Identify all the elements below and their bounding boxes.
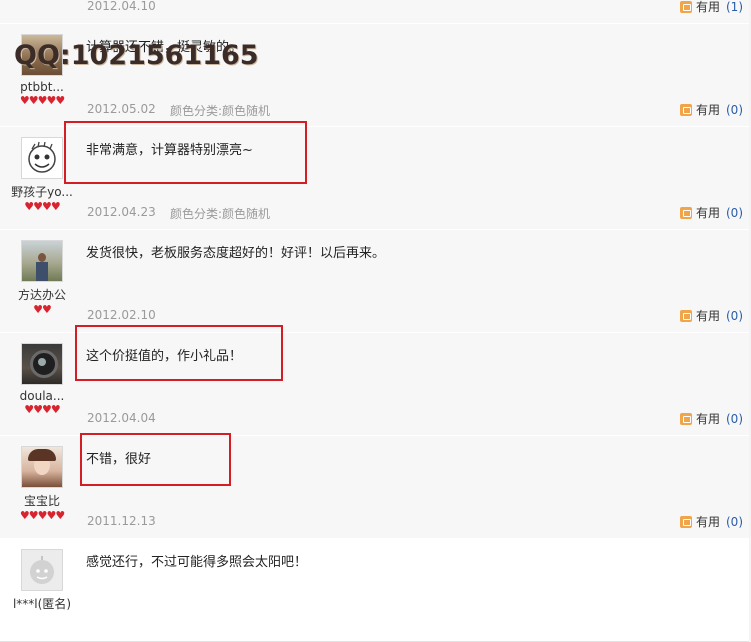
- reviewer-rating: ♥♥♥♥♥: [6, 510, 78, 522]
- review-item: 野孩子yo... ♥♥♥♥ 非常满意，计算器特别漂亮~ 2012.04.23 颜…: [0, 126, 749, 230]
- useful-label: 有用: [695, 0, 720, 14]
- review-item: l***l(匿名) 感觉还行，不过可能得多照会太阳吧！: [0, 538, 749, 642]
- thumbs-up-icon: [679, 1, 692, 13]
- review-comment: 不错，很好: [86, 452, 152, 467]
- reviewer-name[interactable]: 野孩子yo...: [6, 183, 78, 200]
- review-comment: 感觉还行，不过可能得多照会太阳吧！: [86, 555, 308, 570]
- review-comment: 发货很快，老板服务态度超好的！好评！以后再来。: [86, 246, 386, 261]
- review-comment: 非常满意，计算器特别漂亮~: [86, 143, 253, 158]
- useful-label: 有用: [695, 515, 720, 529]
- heart-icon: ♥: [50, 403, 61, 416]
- heart-icon: ♥: [55, 94, 65, 107]
- useful-count[interactable]: (0): [726, 206, 743, 220]
- heart-icon: ♥: [42, 200, 52, 213]
- reviewer-name[interactable]: l***l(匿名): [6, 595, 78, 612]
- heart-icon: ♥: [42, 303, 52, 316]
- heart-icon: ♥: [50, 200, 61, 213]
- useful-count[interactable]: (0): [726, 515, 743, 529]
- reviewer-name[interactable]: 宝宝比: [6, 492, 78, 509]
- cartoon-face-icon[interactable]: [21, 137, 63, 179]
- review-item: ptbbt... ♥♥♥♥♥ 计算器还不错，挺灵敏的。 2012.05.02 颜…: [0, 23, 749, 127]
- useful-button[interactable]: 有用 (0): [679, 410, 743, 427]
- heart-icon: ♥: [33, 403, 43, 416]
- thumbs-up-icon: [679, 310, 692, 322]
- useful-count[interactable]: (0): [726, 412, 743, 426]
- review-date: 2012.02.10: [87, 308, 156, 322]
- review-item-partial: 2012.04.10 有用 (1): [0, 0, 749, 24]
- reviewer-info: 宝宝比 ♥♥♥♥♥: [6, 446, 78, 522]
- color-category: 颜色分类:颜色随机: [170, 104, 271, 118]
- useful-label: 有用: [695, 206, 720, 220]
- thumbs-up-icon: [679, 104, 692, 116]
- useful-button[interactable]: 有用 (0): [679, 307, 743, 324]
- reviewer-name[interactable]: ptbbt...: [6, 80, 78, 94]
- useful-label: 有用: [695, 309, 720, 323]
- heart-icon: ♥: [19, 509, 30, 522]
- reviewer-name[interactable]: 方达办公: [6, 286, 78, 303]
- useful-count[interactable]: (0): [726, 103, 743, 117]
- review-item: 方达办公 ♥♥ 发货很快，老板服务态度超好的！好评！以后再来。 2012.02.…: [0, 229, 749, 333]
- review-item: 宝宝比 ♥♥♥♥♥ 不错，很好 2011.12.13 有用 (0): [0, 435, 749, 539]
- thumbs-up-icon: [679, 516, 692, 528]
- review-date: 2012.05.02: [87, 102, 156, 116]
- user-photo-icon[interactable]: [21, 446, 63, 488]
- heart-icon: ♥: [24, 403, 34, 416]
- user-photo-icon[interactable]: [21, 343, 63, 385]
- useful-button[interactable]: 有用 (0): [679, 204, 743, 221]
- reviewer-rating: ♥♥♥♥: [6, 404, 78, 416]
- heart-icon: ♥: [33, 303, 43, 316]
- review-date: 2012.04.10: [87, 0, 156, 13]
- heart-icon: ♥: [28, 94, 39, 107]
- reviewer-info: doula... ♥♥♥♥: [6, 343, 78, 416]
- heart-icon: ♥: [37, 94, 48, 107]
- heart-icon: ♥: [46, 94, 56, 107]
- review-item: doula... ♥♥♥♥ 这个价挺值的，作小礼品！ 2012.04.04 有用…: [0, 332, 749, 436]
- useful-button[interactable]: 有用 (0): [679, 101, 743, 118]
- reviewer-rating: ♥♥♥♥: [6, 201, 78, 213]
- review-list: 2012.04.10 有用 (1) ptbbt... ♥♥♥♥♥ 计算器还不错，挺…: [0, 0, 751, 642]
- heart-icon: ♥: [55, 509, 65, 522]
- useful-label: 有用: [695, 412, 720, 426]
- reviewer-info: 方达办公 ♥♥: [6, 240, 78, 316]
- review-date: 2012.04.04: [87, 411, 156, 425]
- reviewer-name[interactable]: doula...: [6, 389, 78, 403]
- thumbs-up-icon: [679, 207, 692, 219]
- useful-label: 有用: [695, 103, 720, 117]
- heart-icon: ♥: [46, 509, 56, 522]
- thumbs-up-icon: [679, 413, 692, 425]
- anonymous-avatar-icon[interactable]: [21, 549, 63, 591]
- review-date: 2011.12.13: [87, 514, 156, 528]
- review-date: 2012.04.23: [87, 205, 156, 219]
- heart-icon: ♥: [28, 509, 39, 522]
- useful-count[interactable]: (0): [726, 309, 743, 323]
- reviewer-rating: ♥♥: [6, 304, 78, 316]
- useful-button[interactable]: 有用 (0): [679, 513, 743, 530]
- heart-icon: ♥: [37, 509, 48, 522]
- reviewer-info: l***l(匿名): [6, 549, 78, 612]
- reviewer-info: 野孩子yo... ♥♥♥♥: [6, 137, 78, 213]
- heart-icon: ♥: [19, 94, 30, 107]
- heart-icon: ♥: [33, 200, 43, 213]
- qq-watermark: QQ:1021561165: [14, 40, 259, 71]
- heart-icon: ♥: [24, 200, 34, 213]
- heart-icon: ♥: [42, 403, 52, 416]
- review-comment: 这个价挺值的，作小礼品！: [86, 349, 243, 364]
- reviewer-rating: ♥♥♥♥♥: [6, 95, 78, 107]
- color-category: 颜色分类:颜色随机: [170, 207, 271, 221]
- user-photo-icon[interactable]: [21, 240, 63, 282]
- useful-count[interactable]: (1): [726, 0, 743, 14]
- useful-button[interactable]: 有用 (1): [679, 0, 743, 15]
